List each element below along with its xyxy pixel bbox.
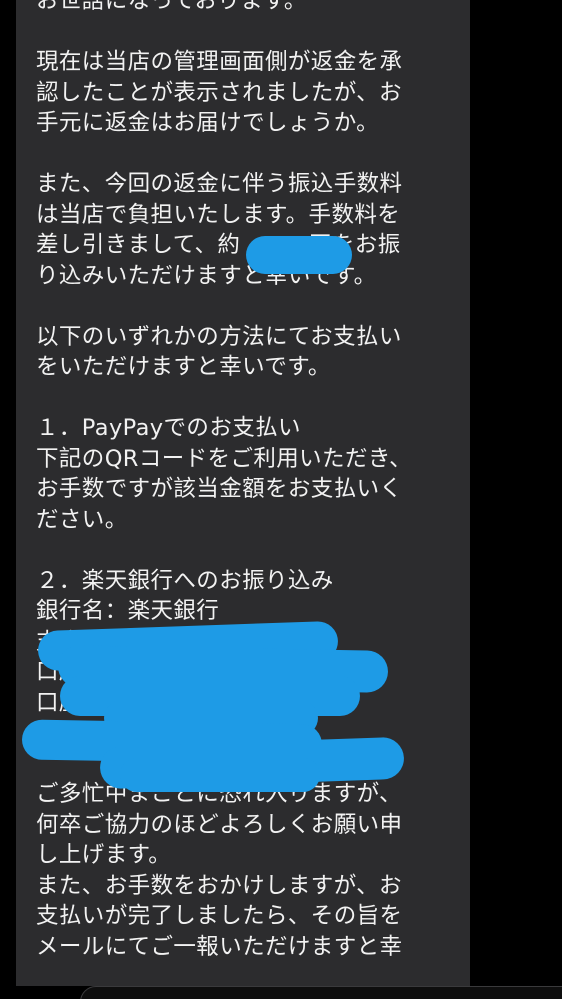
redaction-mark xyxy=(120,758,320,792)
message-bubble[interactable]: お世話になっております。 現在は当店の管理画面側が返金を承 認したことが表示され… xyxy=(16,0,470,986)
message-line: をいただけますと幸いです。 xyxy=(36,354,331,380)
message-line: 手元に返金はお届けでしょうか。 xyxy=(36,110,380,136)
message-line: は当店で負担いたします。手数料を xyxy=(36,201,401,228)
message-line: また、今回の返金に伴う振込手数料 xyxy=(36,171,403,197)
message-line: 下記のQRコードをご利用いただき、 xyxy=(36,445,413,472)
redaction-mark xyxy=(246,236,352,274)
message-line: 現在は当店の管理画面側が返金を承 xyxy=(36,49,403,75)
message-line: 以下のいずれかの方法にてお支払い xyxy=(36,323,402,350)
message-line: 銀行名：楽天銀行 xyxy=(36,598,220,624)
message-line: ださい。 xyxy=(36,506,128,533)
message-line: メールにてご一報いただけますと幸 xyxy=(36,933,403,960)
message-line: お手数ですが該当金額をお支払いく xyxy=(36,476,403,502)
message-line: し上げます。 xyxy=(36,842,172,868)
message-line: 何卒ご協力のほどよろしくお願い申 xyxy=(36,811,403,838)
message-line: ２．楽天銀行へのお振り込み xyxy=(36,567,334,594)
message-line: お世話になっております。 xyxy=(36,0,307,14)
message-input-field[interactable] xyxy=(80,986,562,999)
message-text: お世話になっております。 現在は当店の管理画面側が返金を承 認したことが表示され… xyxy=(36,0,466,962)
message-line: １．PayPayでのお支払い xyxy=(36,415,301,441)
message-line: 認したことが表示されましたが、お xyxy=(36,79,402,106)
message-line: 支払いが完了しましたら、その旨を xyxy=(36,903,403,929)
message-line: また、お手数をおかけしますが、お xyxy=(36,872,402,899)
